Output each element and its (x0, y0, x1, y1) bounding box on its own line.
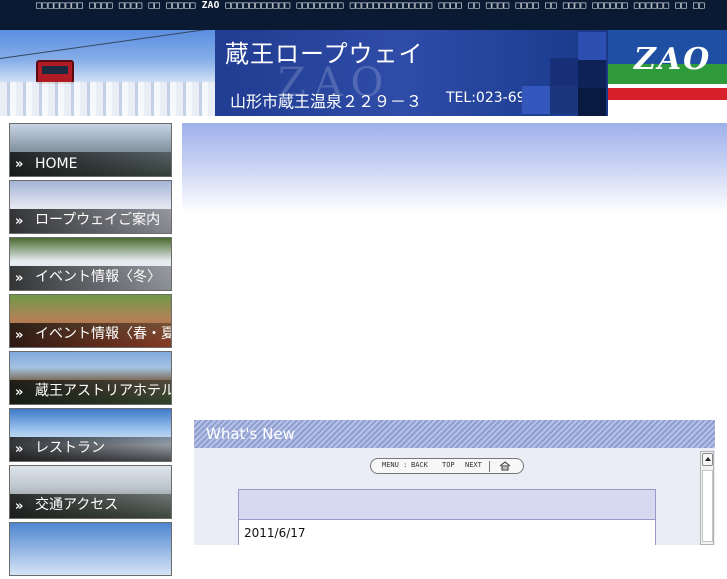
main-content: What's New MENU : BACK TOP NEXT 2011/6/1… (182, 123, 727, 545)
banner-photo (0, 30, 215, 116)
gondola-image (36, 60, 74, 84)
address-text: 山形市蔵王温泉２２９－３ (230, 92, 423, 111)
ticker-bar: □□□□□□□□ □□□□ □□□□ □□ □□□□□ ZAO □□□□□□□□… (0, 0, 727, 30)
nav-access[interactable]: » 交通アクセス (9, 465, 172, 519)
scroll-up-arrow-icon[interactable] (702, 453, 713, 466)
sidebar-nav: » HOME » ロープウェイご案内 » イベント情報〈冬〉 » イベント情報〈… (9, 123, 172, 579)
nav-ropeway-guide[interactable]: » ロープウェイご案内 (9, 180, 172, 234)
nav-label: HOME (35, 156, 78, 172)
nav-label: イベント情報〈春・夏・秋〉 (35, 326, 171, 342)
chevron-right-icon: » (15, 442, 24, 457)
nav-label: イベント情報〈冬〉 (35, 269, 161, 285)
nav-next-item-partial[interactable] (9, 522, 172, 576)
scroll-track[interactable] (702, 470, 713, 542)
chevron-right-icon: » (15, 499, 24, 514)
pager-menu-label: MENU : (382, 461, 408, 469)
nav-label: ロープウェイご案内 (35, 212, 161, 228)
chevron-right-icon: » (15, 157, 24, 172)
logo-text: ZAO (634, 42, 712, 77)
home-icon[interactable] (499, 461, 511, 471)
nav-label: 蔵王アストリアホテル (35, 383, 172, 399)
site-title: 蔵王ロープウェイ (225, 40, 424, 68)
chevron-right-icon: » (15, 328, 24, 343)
news-list-header (239, 490, 655, 520)
zao-logo[interactable]: ZAO (608, 30, 727, 116)
nav-astoria-hotel[interactable]: » 蔵王アストリアホテル (9, 351, 172, 405)
news-pager: MENU : BACK TOP NEXT (370, 458, 524, 474)
nav-label: レストラン (35, 440, 105, 456)
chevron-right-icon: » (15, 271, 24, 286)
whats-new-header: What's New (194, 420, 715, 448)
whats-new-title: What's New (206, 425, 295, 443)
chevron-right-icon: » (15, 385, 24, 400)
nav-event-winter[interactable]: » イベント情報〈冬〉 (9, 237, 172, 291)
news-scrollbar[interactable] (700, 451, 714, 545)
pager-top-button[interactable]: TOP (442, 461, 455, 469)
chevron-right-icon: » (15, 214, 24, 229)
ticker-text: □□□□□□□□ □□□□ □□□□ □□ □□□□□ ZAO □□□□□□□□… (36, 0, 705, 11)
pager-next-button[interactable]: NEXT (465, 461, 482, 469)
header-banner: ZAO 蔵王ロープウェイ 山形市蔵王温泉２２９－３ TEL:023-694-95… (0, 30, 727, 116)
nav-restaurant[interactable]: » レストラン (9, 408, 172, 462)
nav-home[interactable]: » HOME (9, 123, 172, 177)
banner-tiles (520, 30, 608, 116)
pager-back-button[interactable]: BACK (411, 461, 428, 469)
whats-new-panel: What's New MENU : BACK TOP NEXT 2011/6/1… (194, 420, 715, 545)
content-header-gradient (182, 123, 727, 213)
news-date: 2011/6/17 (244, 526, 306, 540)
news-list: 2011/6/17 (238, 489, 656, 545)
nav-label: 交通アクセス (35, 497, 119, 513)
nav-event-spring-summer-autumn[interactable]: » イベント情報〈春・夏・秋〉 (9, 294, 172, 348)
